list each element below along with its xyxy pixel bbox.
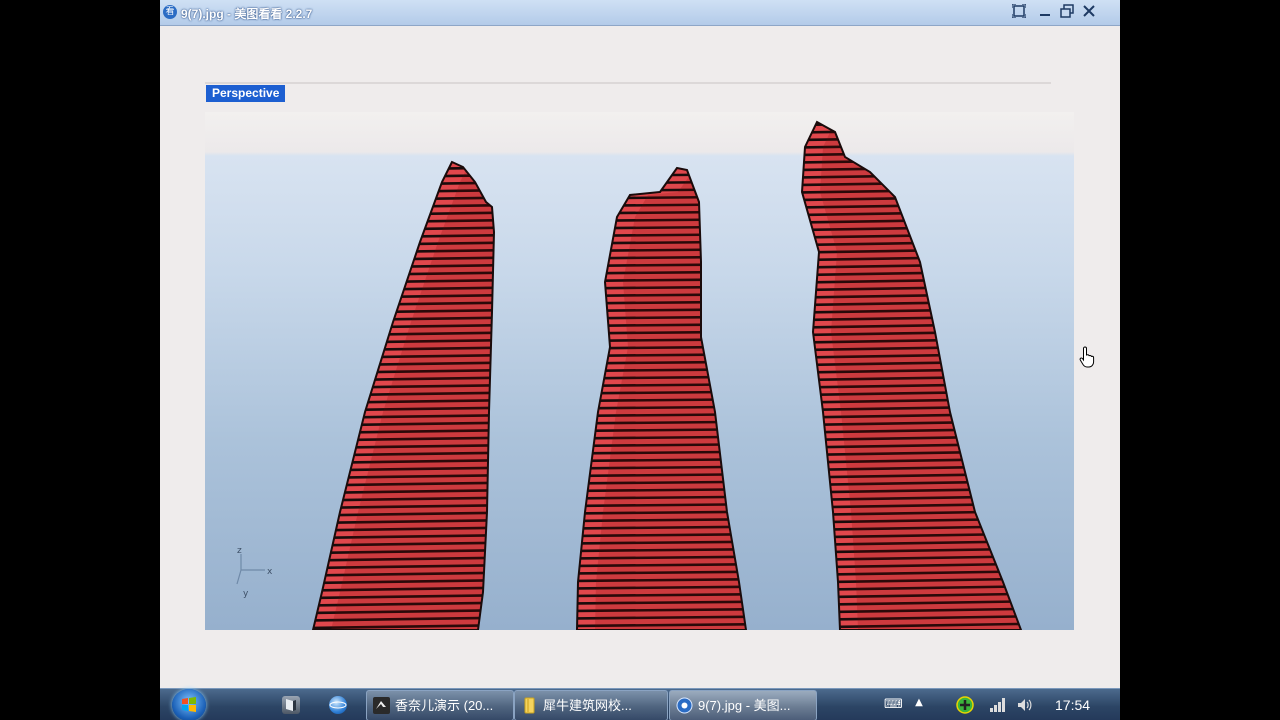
viewport-label: Perspective: [206, 85, 286, 102]
volume-tray-button[interactable]: [1016, 696, 1034, 714]
desktop-screen: 看 9(7).jpg - 美图看看 2.2.7 Perspective z x …: [160, 0, 1120, 720]
taskbar: 香奈儿演示 (20... 犀牛建筑网校... 9(7).jpg - 美图... …: [160, 688, 1120, 720]
minimize-button[interactable]: [1036, 4, 1054, 20]
hand-cursor-icon: [1079, 346, 1095, 368]
security-icon: [956, 696, 974, 714]
network-icon: [990, 698, 1005, 712]
fullscreen-button[interactable]: [1010, 3, 1028, 20]
minimize-icon: [1040, 14, 1050, 16]
browser-launch-button[interactable]: [329, 696, 347, 714]
tower-model-render: [311, 120, 1023, 630]
axis-label-z: z: [237, 546, 242, 556]
axis-label-x: x: [267, 567, 273, 577]
volume-icon: [1018, 699, 1032, 711]
browser-icon: [329, 701, 347, 709]
meitu-app-icon: 看: [163, 5, 177, 19]
close-icon: [1083, 5, 1095, 17]
show-desktop-button[interactable]: [282, 696, 300, 714]
taskbar-clock[interactable]: 17:54: [1055, 689, 1090, 720]
desktop-icon: [286, 699, 296, 711]
keyboard-icon[interactable]: ⌨: [884, 696, 903, 714]
folder-icon: [524, 697, 535, 714]
restore-button[interactable]: [1058, 4, 1076, 20]
windows-logo-icon: [182, 697, 196, 712]
taskbar-item-image-viewer[interactable]: 9(7).jpg - 美图...: [669, 690, 817, 720]
image-top-border: [205, 82, 1051, 84]
perspective-viewport: z x y: [205, 112, 1074, 630]
taskbar-item-folder[interactable]: 犀牛建筑网校...: [514, 690, 668, 720]
taskbar-item-video[interactable]: 香奈儿演示 (20...: [366, 690, 514, 720]
taskbar-item-label: 犀牛建筑网校...: [543, 698, 632, 713]
meitu-viewer-icon: [676, 697, 693, 714]
network-tray-button[interactable]: [988, 696, 1006, 714]
restore-icon: [1060, 4, 1074, 18]
show-hidden-icon[interactable]: ▲: [910, 694, 928, 712]
start-button[interactable]: [172, 689, 206, 720]
fullscreen-icon: [1011, 3, 1027, 19]
window-titlebar[interactable]: 看 9(7).jpg - 美图看看 2.2.7: [160, 0, 1120, 26]
taskbar-item-label: 香奈儿演示 (20...: [395, 698, 494, 713]
close-button[interactable]: [1080, 4, 1098, 20]
taskbar-item-label: 9(7).jpg - 美图...: [698, 698, 791, 713]
video-app-icon: [373, 697, 390, 714]
axis-label-y: y: [243, 589, 249, 599]
security-tray-button[interactable]: [956, 696, 974, 714]
axis-gizmo: z x y: [236, 546, 273, 599]
image-canvas[interactable]: Perspective z x y: [205, 82, 1075, 630]
window-title: 9(7).jpg - 美图看看 2.2.7: [181, 7, 313, 21]
